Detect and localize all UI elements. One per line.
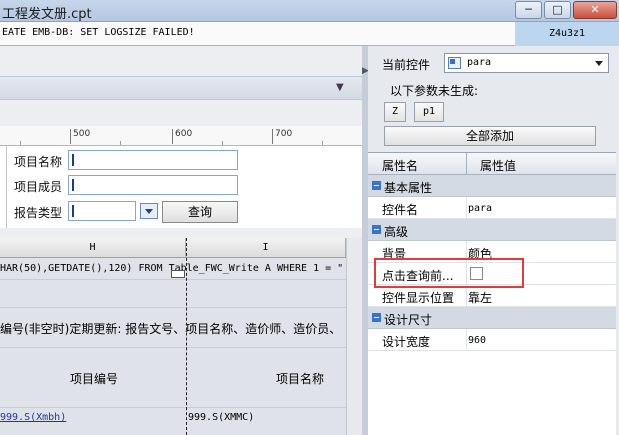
property-table: 属性名 属性值 基本属性 控件名 para 高级 背景 颜色 点击查询前... — [368, 152, 616, 435]
group-basic[interactable]: 基本属性 — [368, 175, 616, 197]
header-cell-project-name: 项目名称 — [276, 372, 325, 386]
cell-xmmc[interactable]: 999.S(XMMC) — [188, 412, 254, 423]
field-label-project-name: 项目名称 — [14, 155, 63, 169]
group-title: 设计尺寸 — [384, 313, 433, 327]
params-not-generated-label: 以下参数未生成: — [390, 84, 479, 98]
report-type-dropdown-button[interactable] — [140, 203, 158, 219]
property-value[interactable]: para — [468, 203, 492, 214]
current-control-select[interactable]: para — [444, 53, 609, 73]
ruler-tick: 600 — [172, 129, 192, 144]
error-message: EATE EMB-DB: SET LOGSIZE FAILED! — [2, 27, 195, 38]
window-title: 工程发文册.cpt — [2, 7, 92, 22]
error-code: Z4u3z1 — [515, 22, 619, 46]
ruler-tick: 700 — [272, 129, 292, 144]
form-designer: ▼ 500 600 700 项目名称 项目成员 报告类型 查询 H I HAR(… — [0, 46, 362, 435]
param-button-z[interactable]: Z — [384, 102, 406, 122]
widget-icon — [448, 57, 461, 69]
ruler-tick: 500 — [70, 129, 90, 144]
property-name-header: 属性名 — [382, 159, 419, 173]
parameter-form: 项目名称 项目成员 报告类型 查询 — [0, 146, 362, 228]
property-name: 控件名 — [382, 203, 419, 217]
property-panel: 当前控件 para 以下参数未生成: Z p1 全部添加 属性名 属性值 基本属… — [368, 46, 619, 435]
close-button[interactable]: ✕ — [573, 1, 617, 19]
minimize-button[interactable]: ─ — [515, 1, 542, 19]
cell-xmbh[interactable]: 999.S(Xmbh) — [0, 412, 66, 423]
filter-icon[interactable]: ▼ — [336, 82, 344, 93]
property-value[interactable]: 靠左 — [468, 289, 492, 306]
property-value-header: 属性值 — [480, 159, 517, 173]
property-name: 控件显示位置 — [382, 291, 455, 305]
horizontal-ruler: 500 600 700 — [0, 126, 362, 146]
current-control-value: para — [467, 57, 492, 68]
column-header-h[interactable]: H — [0, 238, 186, 258]
vertical-scrollbar[interactable] — [346, 238, 362, 435]
column-header-i[interactable]: I — [186, 238, 346, 258]
collapse-icon[interactable] — [372, 313, 381, 322]
field-label-project-member: 项目成员 — [14, 180, 63, 194]
property-table-header: 属性名 属性值 — [368, 153, 616, 175]
table-row[interactable]: 项目编号 项目名称 — [0, 348, 362, 408]
report-grid: H I HAR(50),GETDATE(),120) FROM Table_FW… — [0, 238, 362, 435]
page-boundary-line — [186, 238, 187, 435]
group-advanced[interactable]: 高级 — [368, 219, 616, 241]
property-row-control-name[interactable]: 控件名 para — [368, 197, 616, 219]
error-bar: EATE EMB-DB: SET LOGSIZE FAILED! Z4u3z1 — [0, 22, 619, 46]
project-member-input[interactable] — [68, 175, 238, 195]
highlight-annotation — [374, 258, 524, 288]
cell-resize-handle[interactable] — [171, 270, 185, 278]
query-button[interactable]: 查询 — [162, 201, 238, 223]
property-row-design-width[interactable]: 设计宽度 960 — [368, 329, 616, 351]
table-row[interactable]: 编号(非空时)定期更新: 报告文号、项目名称、造价师、造价员、 — [0, 308, 362, 348]
collapse-icon[interactable] — [372, 225, 381, 234]
title-bar: 工程发文册.cpt ─ □ ✕ — [0, 0, 619, 22]
group-title: 高级 — [384, 225, 409, 239]
project-name-input[interactable] — [68, 150, 238, 170]
param-button-p1[interactable]: p1 — [414, 102, 444, 122]
current-control-label: 当前控件 — [382, 58, 431, 72]
maximize-button[interactable]: □ — [544, 1, 571, 19]
report-type-combo[interactable] — [68, 201, 136, 221]
property-name: 设计宽度 — [382, 335, 431, 349]
add-all-button[interactable]: 全部添加 — [384, 126, 596, 146]
field-label-report-type: 报告类型 — [14, 206, 63, 220]
note-text: 编号(非空时)定期更新: 报告文号、项目名称、造价师、造价员、 — [0, 322, 342, 336]
group-title: 基本属性 — [384, 181, 433, 195]
property-row-display-position[interactable]: 控件显示位置 靠左 — [368, 285, 616, 307]
property-value[interactable]: 960 — [468, 335, 486, 346]
group-design-size[interactable]: 设计尺寸 — [368, 307, 616, 329]
chevron-down-icon — [595, 61, 603, 66]
collapse-icon[interactable] — [372, 181, 381, 190]
table-row[interactable] — [0, 280, 362, 308]
table-row[interactable]: 999.S(Xmbh) 999.S(XMMC) — [0, 408, 362, 435]
designer-toolbar: ▼ — [0, 76, 362, 100]
header-cell-project-number: 项目编号 — [70, 372, 119, 386]
